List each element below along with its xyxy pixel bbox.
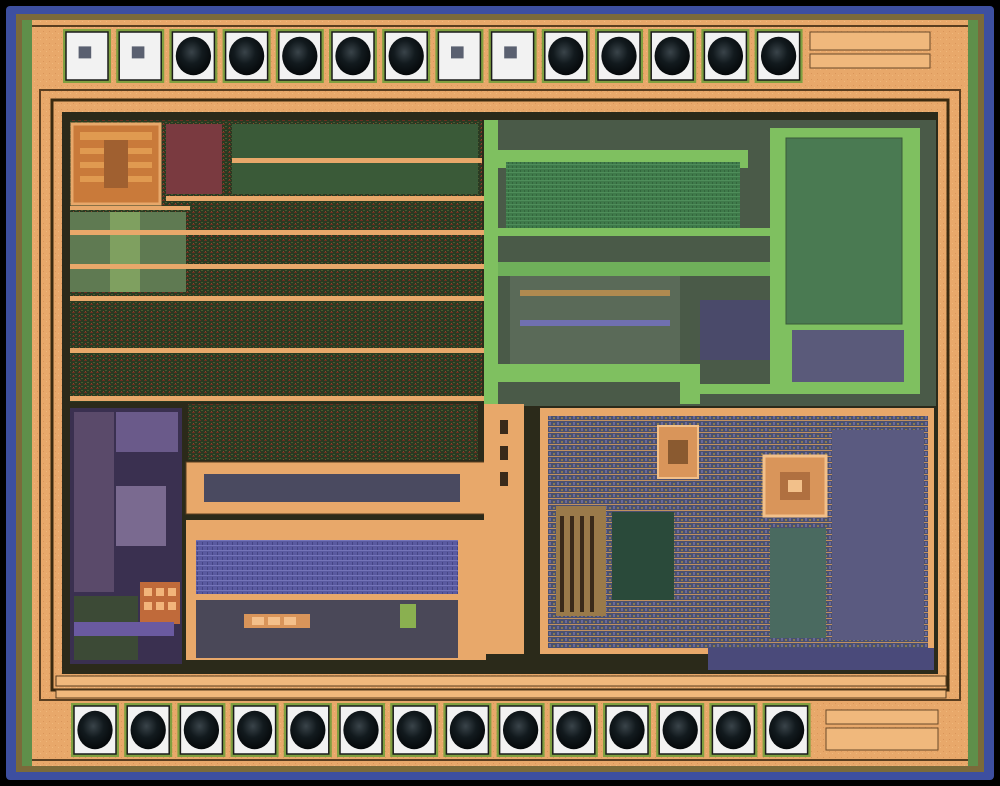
edge-strip bbox=[968, 20, 978, 766]
power-rail bbox=[55, 689, 947, 699]
chip-die-photo bbox=[0, 0, 1000, 786]
bond-pad-bonded bbox=[124, 703, 173, 757]
bond-pad-open bbox=[63, 29, 111, 83]
bond-pad-bonded bbox=[443, 703, 492, 757]
bond-pad-open bbox=[488, 29, 537, 83]
bond-pad-bonded bbox=[754, 29, 803, 83]
bond-pad-bonded bbox=[177, 703, 226, 757]
bond-pad-bonded bbox=[71, 703, 119, 757]
bond-pad-bonded bbox=[390, 703, 439, 757]
bond-pad-bonded bbox=[169, 29, 218, 83]
lower-middle-block bbox=[185, 404, 524, 660]
bond-pad-bonded bbox=[762, 703, 811, 757]
bond-pad-bonded bbox=[275, 29, 324, 83]
bond-pad-bonded bbox=[382, 29, 431, 83]
bond-pad-bonded bbox=[283, 703, 332, 757]
bond-pad-bonded bbox=[549, 703, 598, 757]
metal-bar bbox=[809, 53, 931, 69]
bond-pad-bonded bbox=[329, 29, 377, 83]
bond-pad-bonded bbox=[222, 29, 271, 83]
bond-pad-bonded bbox=[541, 29, 590, 83]
bond-pad-bonded bbox=[603, 703, 651, 757]
bond-pad-bonded bbox=[656, 703, 705, 757]
bond-pad-bonded bbox=[701, 29, 750, 83]
bond-pad-bonded bbox=[230, 703, 279, 757]
power-rail bbox=[55, 675, 947, 687]
io-block-lower-left bbox=[70, 408, 182, 664]
bond-pad-open bbox=[116, 29, 165, 83]
analog-block-right bbox=[484, 120, 936, 406]
bond-pad-bonded bbox=[337, 703, 385, 757]
bond-pad-bonded bbox=[709, 703, 758, 757]
metal-bar bbox=[825, 709, 939, 725]
memory-array bbox=[506, 162, 740, 228]
red-macro bbox=[166, 124, 222, 194]
edge-strip bbox=[22, 20, 32, 766]
purple-array bbox=[196, 540, 458, 594]
bond-pad-bonded bbox=[496, 703, 545, 757]
bond-pad-bonded bbox=[648, 29, 697, 83]
bond-pad-bonded bbox=[595, 29, 643, 83]
metal-bar bbox=[825, 727, 939, 751]
mixed-signal-lower-right bbox=[540, 408, 934, 670]
metal-bar bbox=[809, 31, 931, 51]
logic-block-left bbox=[70, 120, 486, 402]
bond-pad-open bbox=[435, 29, 484, 83]
